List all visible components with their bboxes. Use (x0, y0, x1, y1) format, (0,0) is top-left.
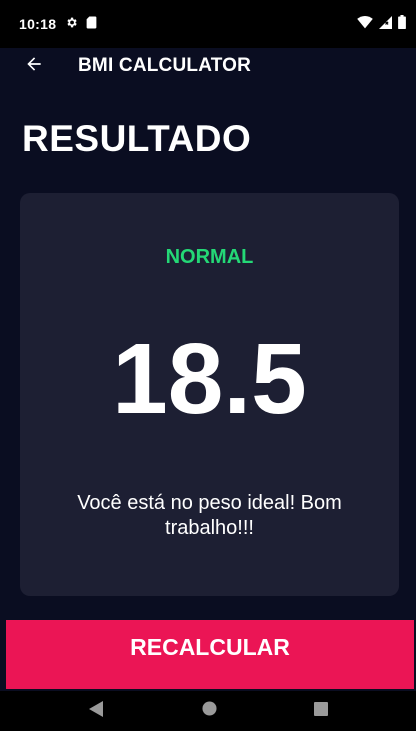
arrow-left-icon (24, 54, 44, 79)
recalculate-button[interactable]: RECALCULAR (6, 620, 414, 689)
status-right-icons (357, 15, 406, 34)
app-title: BMI CALCULATOR (78, 55, 252, 76)
page-title: RESULTADO (22, 118, 252, 159)
status-left-icons (65, 16, 97, 34)
sd-card-icon (86, 16, 97, 34)
recents-square-icon (314, 701, 328, 721)
cell-signal-icon (379, 15, 392, 34)
nav-recents-button[interactable] (311, 701, 331, 721)
result-status-label: NORMAL (165, 246, 254, 268)
gear-icon (65, 16, 78, 34)
status-time: 10:18 (19, 16, 57, 32)
result-card: NORMAL 18.5 Você está no peso ideal! Bom… (20, 193, 399, 596)
bmi-interpretation: Você está no peso ideal! Bom trabalho!!! (77, 492, 342, 539)
app-bar: BMI CALCULATOR (0, 48, 416, 84)
bmi-value: 18.5 (112, 323, 307, 435)
nav-home-button[interactable] (199, 701, 219, 721)
nav-back-button[interactable] (86, 700, 106, 722)
status-bar: 10:18 (0, 0, 416, 48)
back-button[interactable] (20, 52, 48, 80)
battery-icon (398, 15, 406, 34)
back-triangle-icon (89, 700, 103, 722)
wifi-icon (357, 15, 373, 34)
navigation-bar (0, 691, 416, 731)
home-circle-icon (201, 701, 217, 721)
